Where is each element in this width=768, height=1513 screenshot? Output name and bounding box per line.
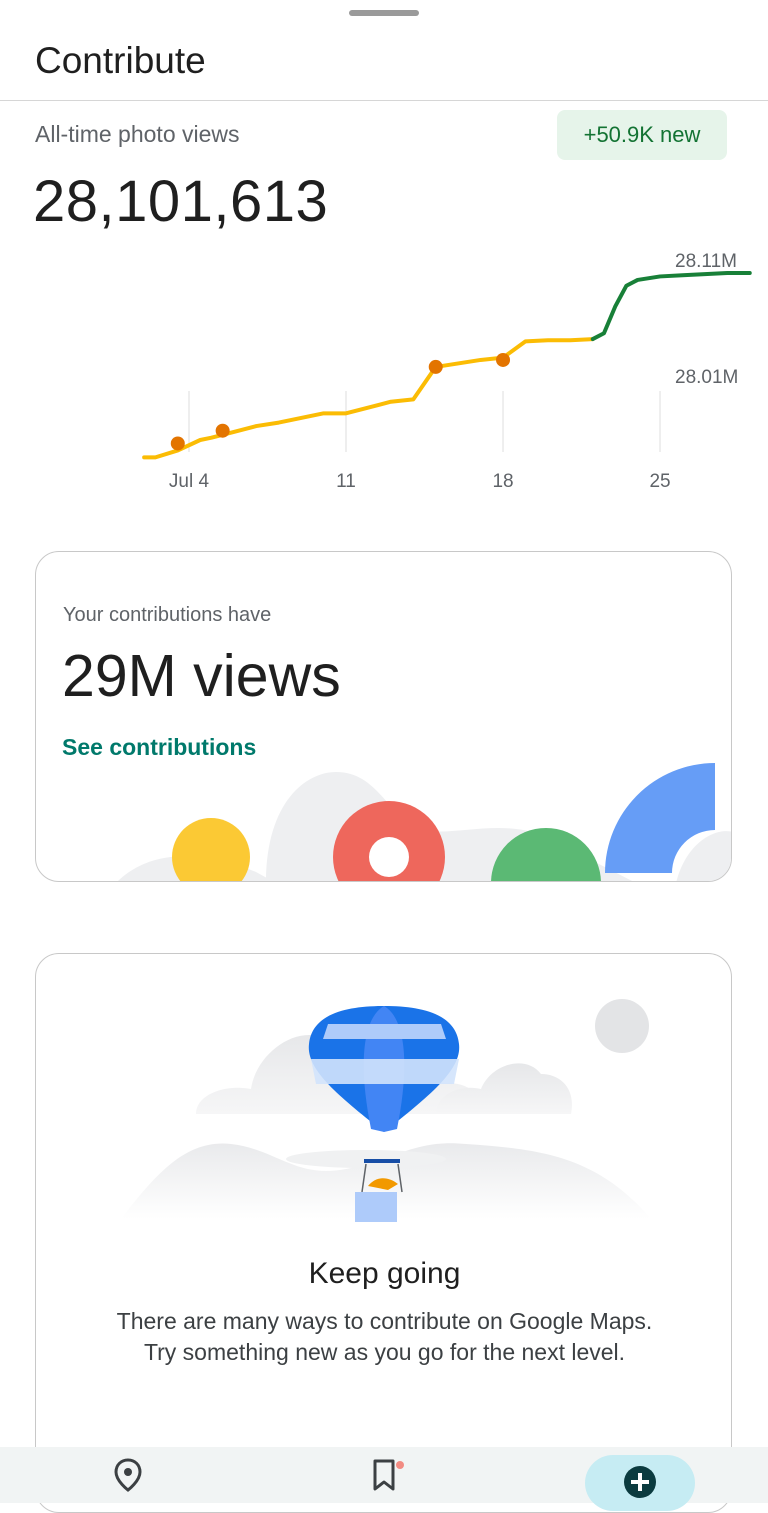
header-divider xyxy=(0,100,768,101)
notification-dot xyxy=(396,1461,404,1469)
x-tick-label: 25 xyxy=(649,471,670,492)
y-tick-label: 28.11M xyxy=(675,251,737,272)
contributions-headline: 29M views xyxy=(62,643,341,709)
contributions-subtitle: Your contributions have xyxy=(63,604,272,626)
data-point-marker xyxy=(215,423,230,438)
contributions-illustration xyxy=(118,763,731,881)
x-tick-label: Jul 4 xyxy=(169,471,210,492)
location-pin-icon xyxy=(114,1458,142,1492)
data-point-marker xyxy=(170,436,185,451)
level-card-body: There are many ways to contribute on Goo… xyxy=(116,1308,653,1365)
total-photo-views: 28,101,613 xyxy=(33,169,329,234)
y-tick-label: 28.01M xyxy=(675,367,738,388)
page-title: Contribute xyxy=(35,40,206,81)
bottom-sheet: Contribute All-time photo views +50.9K n… xyxy=(0,0,768,1513)
balloon-illustration xyxy=(121,999,651,1222)
contributions-card[interactable]: Your contributions have 29M views See co… xyxy=(35,551,732,882)
bottom-navigation xyxy=(0,1447,768,1511)
level-card: Keep going There are many ways to contri… xyxy=(35,953,732,1513)
series-line-0 xyxy=(142,337,595,460)
bookmark-icon xyxy=(373,1459,395,1491)
see-contributions-link[interactable]: See contributions xyxy=(62,734,256,761)
photo-views-chart: 28.11M 28.01M Jul 4 11 18 25 xyxy=(142,251,752,492)
data-point-marker xyxy=(496,352,511,367)
nav-saved[interactable] xyxy=(354,1447,414,1503)
level-card-title: Keep going xyxy=(308,1257,461,1290)
x-tick-label: 11 xyxy=(336,471,356,492)
add-circle-icon xyxy=(624,1466,656,1498)
x-tick-label: 18 xyxy=(492,471,513,492)
series-line-1 xyxy=(590,270,752,342)
new-views-badge: +50.9K new xyxy=(557,110,727,160)
data-point-marker xyxy=(428,359,443,374)
stat-label: All-time photo views xyxy=(35,121,240,147)
nav-explore[interactable] xyxy=(98,1447,158,1503)
drag-handle[interactable] xyxy=(349,10,419,16)
